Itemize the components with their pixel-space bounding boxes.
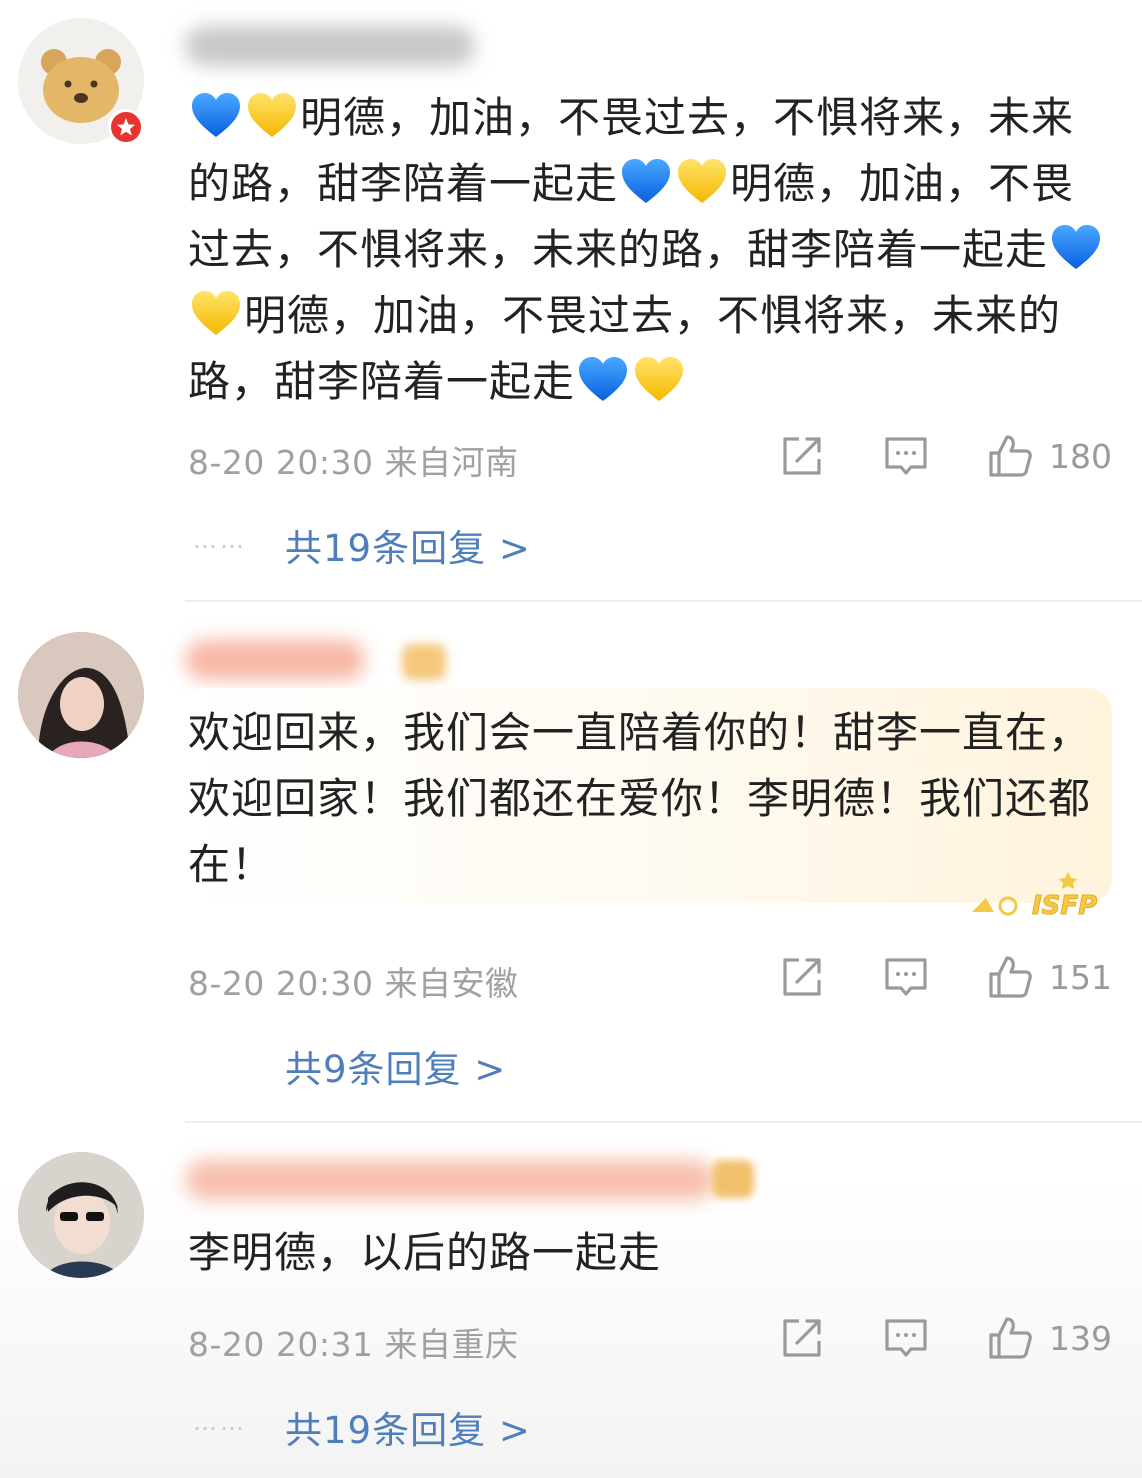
username[interactable]: [185, 1160, 715, 1200]
comment-icon[interactable]: [883, 1315, 929, 1361]
isfp-badge: ISFP: [968, 868, 1132, 924]
like-count: 180: [1049, 436, 1112, 476]
comment-list: 明德，加油，不畏过去，不惧将来，未来的路，甜李陪着一起走 明德，加油，不畏过去，不…: [0, 0, 1142, 1478]
blue-heart-icon: [620, 156, 672, 208]
share-icon[interactable]: [779, 954, 825, 1000]
comment-text: 明德，加油，不畏过去，不惧将来，未来的路，甜李陪着一起走 明德，加油，不畏过去，不…: [188, 85, 1108, 415]
comment-meta: 8-20 20:30 来自安徽: [188, 964, 519, 1003]
yellow-heart-icon: [246, 90, 298, 142]
comment-text: 李明德，以后的路一起走: [188, 1228, 662, 1277]
share-icon[interactable]: [779, 433, 825, 479]
yellow-heart-icon: [633, 354, 685, 406]
reply-dots: ……: [193, 526, 247, 554]
like-count: 139: [1049, 1318, 1112, 1358]
yellow-heart-icon: [676, 156, 728, 208]
view-replies-link[interactable]: 共19条回复 >: [285, 1400, 531, 1454]
like-icon[interactable]: [987, 433, 1033, 479]
yellow-heart-icon: [190, 288, 242, 340]
user-avatar-icon: [18, 1152, 144, 1278]
like-icon[interactable]: [987, 954, 1033, 1000]
user-avatar-icon: [18, 632, 144, 758]
avatar[interactable]: [18, 632, 144, 758]
like-count: 151: [1049, 957, 1112, 997]
view-replies-link[interactable]: 共9条回复 >: [285, 1039, 506, 1093]
divider: [185, 1121, 1142, 1123]
fan-badge-icon: [712, 1160, 754, 1198]
blue-heart-icon: [1050, 222, 1102, 274]
isfp-badge-icon: ISFP: [972, 872, 1098, 922]
divider: [185, 600, 1142, 602]
avatar[interactable]: [18, 1152, 144, 1278]
comment-actions: 180: [721, 432, 1112, 480]
username[interactable]: [185, 26, 475, 66]
comment-meta: 8-20 20:31 来自重庆: [188, 1325, 519, 1364]
view-replies-link[interactable]: 共19条回复 >: [285, 518, 531, 572]
blue-heart-icon: [577, 354, 629, 406]
comment-actions: 139: [721, 1314, 1112, 1362]
svg-text:ISFP: ISFP: [1032, 891, 1097, 921]
like-icon[interactable]: [987, 1315, 1033, 1361]
comment-meta: 8-20 20:30 来自河南: [188, 443, 519, 482]
blue-heart-icon: [190, 90, 242, 142]
share-icon[interactable]: [779, 1315, 825, 1361]
fan-badge-icon: [402, 644, 446, 680]
comment-icon[interactable]: [883, 433, 929, 479]
reply-dots: ……: [193, 1408, 247, 1436]
comment-actions: 151: [721, 953, 1112, 1001]
username[interactable]: [185, 640, 365, 680]
comment-icon[interactable]: [883, 954, 929, 1000]
verified-badge-icon: [108, 109, 144, 145]
